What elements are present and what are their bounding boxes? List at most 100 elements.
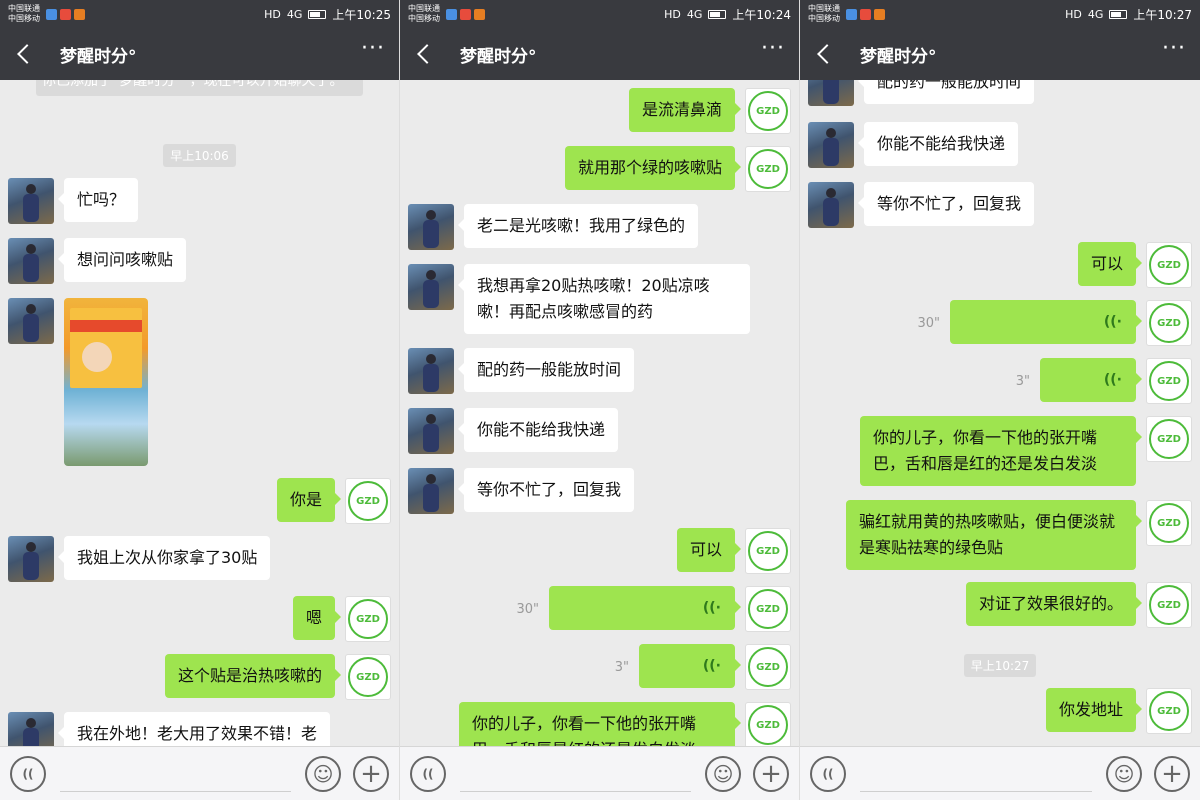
emoji-icon[interactable]: ☺ <box>1106 755 1142 792</box>
avatar[interactable] <box>808 80 854 106</box>
status-time: 上午10:25 <box>332 7 391 22</box>
avatar[interactable] <box>408 204 454 250</box>
brand-logo-icon: GZD <box>748 531 788 571</box>
message-bubble[interactable]: 骗红就用黄的热咳嗽贴，便白便淡就是寒贴祛寒的绿色贴 <box>846 500 1142 570</box>
message-bubble[interactable]: 你能不能给我快递 <box>457 408 619 452</box>
message-row: 我在外地！老大用了效果不错！老 <box>0 712 399 746</box>
message-bubble[interactable]: 你发地址 <box>1045 688 1143 732</box>
voice-toggle-icon[interactable]: (( <box>810 755 846 792</box>
message-input[interactable] <box>860 756 1092 792</box>
avatar[interactable]: GZD <box>745 528 791 574</box>
more-dots-icon[interactable]: ··· <box>1162 38 1186 64</box>
brand-logo-icon: GZD <box>748 705 788 745</box>
message-input[interactable] <box>460 756 691 792</box>
network-label: HD <box>664 7 681 21</box>
avatar[interactable]: GZD <box>1146 688 1192 734</box>
message-bubble[interactable]: 嗯 <box>292 596 342 640</box>
avatar[interactable]: GZD <box>745 146 791 192</box>
message-row: 配的药一般能放时间 <box>400 348 799 394</box>
message-bubble[interactable]: 忙吗？ <box>57 178 139 222</box>
message-bubble[interactable]: 等你不忙了，回复我 <box>857 182 1035 226</box>
avatar[interactable] <box>808 182 854 228</box>
notification-icons <box>46 8 85 20</box>
avatar[interactable]: GZD <box>745 644 791 690</box>
message-bubble[interactable]: 等你不忙了，回复我 <box>457 468 635 512</box>
message-bubble[interactable]: 就用那个绿的咳嗽贴 <box>564 146 742 190</box>
message-bubble[interactable]: 你能不能给我快递 <box>857 122 1019 166</box>
avatar[interactable] <box>8 178 54 224</box>
message-input[interactable] <box>60 756 291 792</box>
avatar[interactable] <box>8 298 54 344</box>
message-bubble[interactable]: 想问问咳嗽贴 <box>57 238 187 282</box>
plus-icon[interactable]: + <box>753 755 789 792</box>
avatar[interactable]: GZD <box>1146 358 1192 404</box>
more-dots-icon[interactable]: ··· <box>361 38 385 64</box>
avatar[interactable] <box>8 536 54 582</box>
app-notification-icon <box>446 8 457 20</box>
message-bubble[interactable]: 你是 <box>276 478 342 522</box>
plus-icon[interactable]: + <box>353 755 389 792</box>
avatar[interactable]: GZD <box>1146 416 1192 462</box>
message-bubble[interactable]: 老二是光咳嗽！我用了绿色的 <box>457 204 699 248</box>
avatar[interactable]: GZD <box>745 702 791 746</box>
message-row: 3" ((· GZD <box>800 358 1200 404</box>
voice-toggle-icon[interactable]: (( <box>10 755 46 792</box>
avatar[interactable]: GZD <box>345 478 391 524</box>
avatar[interactable] <box>408 408 454 454</box>
avatar[interactable]: GZD <box>1146 500 1192 546</box>
avatar[interactable]: GZD <box>745 88 791 134</box>
chevron-left-icon[interactable] <box>817 44 837 64</box>
product-band <box>70 320 142 332</box>
avatar[interactable] <box>808 122 854 168</box>
message-bubble[interactable]: 配的药一般能放时间 <box>457 348 635 392</box>
message-bubble[interactable]: 你的儿子，你看一下他的张开嘴巴，舌和唇是红的还是发白发淡 <box>860 416 1142 486</box>
avatar[interactable] <box>8 238 54 284</box>
chat-title: 梦醒时分° <box>60 46 137 67</box>
avatar[interactable]: GZD <box>1146 582 1192 628</box>
image-message[interactable] <box>64 298 148 466</box>
message-row: 你的儿子，你看一下他的张开嘴巴，舌和唇是红的还是发白发淡 GZD <box>400 702 799 746</box>
message-row: 嗯 GZD <box>0 596 399 642</box>
message-bubble[interactable]: 可以 <box>1077 242 1143 286</box>
avatar[interactable] <box>8 712 54 746</box>
chat-area[interactable]: 是流清鼻滴 GZD 就用那个绿的咳嗽贴 GZD 老二是光咳嗽！我用了绿色的 我想… <box>400 80 799 746</box>
app-notification-icon <box>60 8 71 20</box>
message-bubble[interactable]: 这个贴是治热咳嗽的 <box>164 654 342 698</box>
message-bubble[interactable]: 是流清鼻滴 <box>628 88 742 132</box>
emoji-icon[interactable]: ☺ <box>705 755 741 792</box>
more-dots-icon[interactable]: ··· <box>761 38 785 64</box>
message-bubble[interactable]: 你的儿子，你看一下他的张开嘴巴，舌和唇是红的还是发白发淡 <box>459 702 741 746</box>
voice-message[interactable]: ((· <box>549 586 741 630</box>
avatar[interactable]: GZD <box>745 586 791 632</box>
avatar[interactable] <box>408 348 454 394</box>
status-time: 上午10:24 <box>732 7 791 22</box>
message-bubble[interactable]: 配的药一般能放时间 <box>857 80 1035 104</box>
avatar[interactable]: GZD <box>1146 242 1192 288</box>
avatar[interactable] <box>408 264 454 310</box>
message-bubble[interactable]: 我想再拿20贴热咳嗽！20贴凉咳嗽！再配点咳嗽感冒的药 <box>458 264 750 334</box>
chevron-left-icon[interactable] <box>17 44 37 64</box>
voice-message[interactable]: ((· <box>639 644 741 688</box>
notification-icons <box>446 8 485 20</box>
voice-toggle-icon[interactable]: (( <box>410 755 446 792</box>
timestamp: 早上10:27 <box>800 654 1200 677</box>
plus-icon[interactable]: + <box>1154 755 1190 792</box>
chevron-left-icon[interactable] <box>417 44 437 64</box>
message-bubble[interactable]: 我在外地！老大用了效果不错！老 <box>57 712 331 746</box>
chat-area[interactable]: 你已添加了“梦醒时分°”，现在可以开始聊天了。 早上10:06 忙吗？ 想问问咳… <box>0 80 399 746</box>
message-bubble[interactable]: 可以 <box>676 528 742 572</box>
message-bubble[interactable]: 对证了效果很好的。 <box>965 582 1143 626</box>
message-bubble[interactable]: 我姐上次从你家拿了30贴 <box>57 536 271 580</box>
avatar[interactable]: GZD <box>345 596 391 642</box>
chat-title: 梦醒时分° <box>460 46 537 67</box>
avatar[interactable] <box>408 468 454 514</box>
emoji-icon[interactable]: ☺ <box>305 755 341 792</box>
app-notification-icon <box>846 8 857 20</box>
brand-logo-icon: GZD <box>1149 245 1189 285</box>
chat-area[interactable]: 配的药一般能放时间 你能不能给我快递 等你不忙了，回复我 可以 GZD 30" … <box>800 80 1200 746</box>
message-row: 等你不忙了，回复我 <box>800 182 1200 228</box>
avatar[interactable]: GZD <box>1146 300 1192 346</box>
voice-message[interactable]: ((· <box>950 300 1142 344</box>
voice-message[interactable]: ((· <box>1040 358 1142 402</box>
avatar[interactable]: GZD <box>345 654 391 700</box>
